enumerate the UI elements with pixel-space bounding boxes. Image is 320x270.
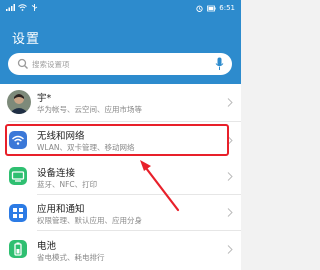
signal-icon xyxy=(6,4,15,11)
search-icon xyxy=(17,58,28,69)
settings-item-apps-notifications[interactable]: 应用和通知 权限管理、默认应用、应用分身 xyxy=(0,195,241,229)
chevron-right-icon xyxy=(227,208,233,217)
account-item[interactable]: 宇* 华为帐号、云空间、应用市场等 xyxy=(0,84,241,121)
account-subtitle: 华为帐号、云空间、应用市场等 xyxy=(37,105,142,114)
clock: 6:51 xyxy=(219,4,235,12)
settings-item-subtitle: 蓝牙、NFC、打印 xyxy=(37,180,98,189)
battery-icon xyxy=(207,5,216,11)
divider xyxy=(37,230,241,231)
alarm-icon xyxy=(196,5,203,12)
status-left-icons xyxy=(6,4,39,11)
chevron-right-icon xyxy=(227,172,233,181)
page-title: 设置 xyxy=(12,32,41,47)
wifi-icon xyxy=(18,4,27,11)
usb-icon xyxy=(31,4,38,11)
chevron-right-icon xyxy=(227,245,233,254)
app-header: 6:51 设置 xyxy=(0,0,241,84)
apps-icon xyxy=(9,204,27,222)
microphone-icon[interactable] xyxy=(215,57,224,71)
device-connection-icon xyxy=(9,167,27,185)
status-bar: 6:51 xyxy=(0,0,241,18)
account-name: 宇* xyxy=(37,93,52,104)
status-right: 6:51 xyxy=(195,4,235,12)
highlight-box xyxy=(5,124,229,156)
settings-item-subtitle: 权限管理、默认应用、应用分身 xyxy=(37,216,142,225)
chevron-right-icon xyxy=(227,98,233,107)
search-input[interactable] xyxy=(32,57,212,71)
settings-item-subtitle: 省电模式、耗电排行 xyxy=(37,253,105,262)
settings-item-title: 应用和通知 xyxy=(37,204,85,215)
divider xyxy=(8,121,241,122)
battery-icon xyxy=(9,240,27,258)
search-bar[interactable] xyxy=(8,53,232,75)
settings-item-battery[interactable]: 电池 省电模式、耗电排行 xyxy=(0,232,241,270)
settings-item-title: 电池 xyxy=(37,241,57,252)
settings-item-device-connection[interactable]: 设备连接 蓝牙、NFC、打印 xyxy=(0,159,241,193)
settings-item-title: 设备连接 xyxy=(37,168,76,179)
